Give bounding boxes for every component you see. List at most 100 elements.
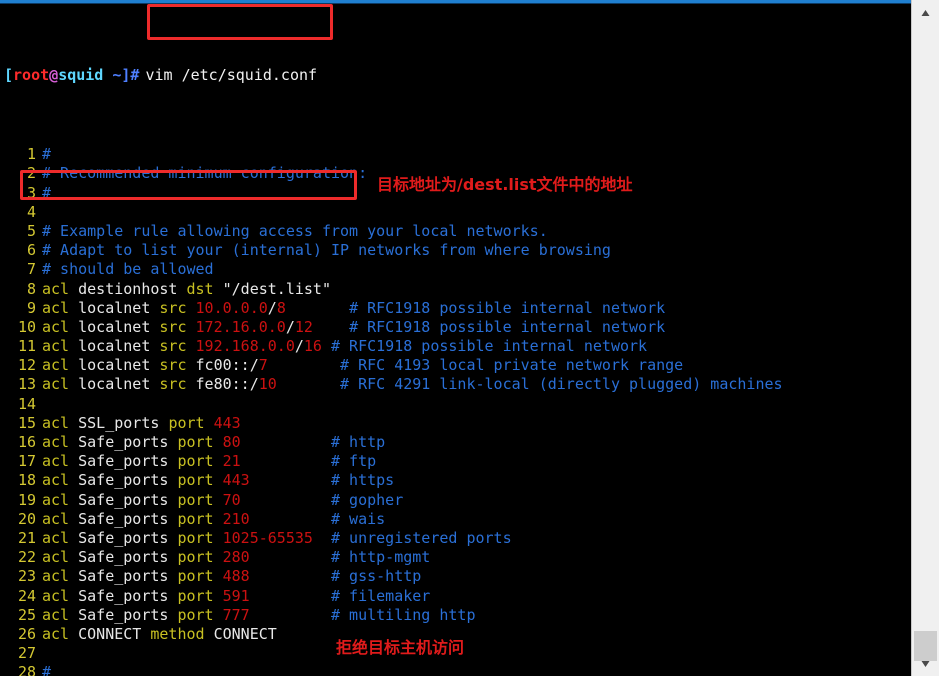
code-line[interactable]: 20 acl Safe_ports port 210 # wais [0,510,912,529]
code-line[interactable]: 18 acl Safe_ports port 443 # https [0,471,912,490]
code-line[interactable]: 9 acl localnet src 10.0.0.0/8 # RFC1918 p… [0,299,912,318]
code-token: fe80::/ [195,375,259,394]
line-number: 3 [26,183,36,202]
terminal-content[interactable]: [root@squid ~]# vim /etc/squid.conf 1 #2 # … [0,4,912,676]
code-token: # RFC1918 possible internal network [331,337,648,356]
code-token: Safe_ports [78,548,178,567]
prompt-username: root [13,65,50,84]
code-token: 192.168.0.0 [195,337,295,356]
code-token: 80 [222,433,241,452]
code-token: acl [42,490,79,509]
code-token: Safe_ports [78,528,178,547]
code-line[interactable]: 6 # Adapt to list your (internal) IP netw… [0,241,912,260]
line-number: 26 [17,624,36,643]
terminal-window: [root@squid ~]# vim /etc/squid.conf 1 #2 # … [0,0,939,676]
line-number: 18 [17,471,36,490]
code-line[interactable]: 4 [0,203,912,222]
line-number: 1 [26,145,36,164]
code-token: port [177,490,223,509]
line-number: 20 [17,509,36,528]
code-token: # unregistered ports [331,528,512,547]
line-number: 8 [26,279,36,298]
code-token: 16 [303,337,322,356]
code-token: acl [42,509,79,528]
line-number: 5 [26,221,36,240]
code-token: src [159,298,196,317]
code-token: port [168,413,214,432]
code-line[interactable]: 22 acl Safe_ports port 280 # http-mgmt [0,548,912,567]
line-number: 28 [17,663,36,676]
code-token: Safe_ports [78,586,178,605]
code-token: 1025-65535 [222,528,313,547]
code-token: # https [331,471,395,490]
annotation-note-line32: 拒绝目标主机访问 [336,638,465,657]
code-token: dst [186,279,223,298]
code-token: / [285,317,295,336]
code-token: Safe_ports [78,567,178,586]
code-token: # multiling http [331,605,476,624]
code-token: acl [42,317,79,336]
prompt-at-symbol: @ [49,65,59,84]
code-line[interactable]: 8 acl destionhost dst "/dest.list" [0,280,912,299]
code-token: 210 [222,509,250,528]
code-token: src [159,375,196,394]
code-line[interactable]: 12 acl localnet src fc00::/7 # RFC 4193 l… [0,356,912,375]
code-line[interactable]: 5 # Example rule allowing access from you… [0,222,912,241]
shell-command[interactable]: vim /etc/squid.conf [145,66,317,84]
code-line[interactable]: 24 acl Safe_ports port 591 # filemaker [0,587,912,606]
code-token: Safe_ports [78,471,178,490]
code-line[interactable]: 14 [0,395,912,414]
code-line[interactable]: 25 acl Safe_ports port 777 # multiling ht… [0,606,912,625]
line-number: 21 [17,528,36,547]
line-number: 24 [17,586,36,605]
annotation-note-line8: 目标地址为/dest.list文件中的地址 [377,175,633,194]
code-token: / [267,298,277,317]
vertical-scrollbar[interactable] [911,0,939,676]
code-line[interactable]: 1 # [0,145,912,164]
code-line[interactable]: 11 acl localnet src 192.168.0.0/16 # RFC1… [0,337,912,356]
code-token: port [177,586,223,605]
code-token: acl [42,586,79,605]
code-line[interactable]: 10 acl localnet src 172.16.0.0/12 # RFC19… [0,318,912,337]
code-token: acl [42,337,79,356]
code-token: 8 [276,298,286,317]
code-token: method [150,624,214,643]
code-line[interactable]: 15 acl SSL_ports port 443 [0,414,912,433]
code-line[interactable]: 13 acl localnet src fe80::/10 # RFC 4291 … [0,375,912,394]
code-token: # http [331,433,386,452]
line-number: 14 [17,394,36,413]
code-line[interactable]: 17 acl Safe_ports port 21 # ftp [0,452,912,471]
code-token: src [159,356,196,375]
code-token: acl [42,279,79,298]
line-number: 27 [17,644,36,663]
code-token: # [42,145,52,164]
code-line[interactable]: 7 # should be allowed [0,260,912,279]
code-token: 70 [222,490,241,509]
code-token: 488 [222,567,250,586]
scrollbar-track[interactable] [912,24,939,628]
code-line[interactable]: 23 acl Safe_ports port 488 # gss-http [0,567,912,586]
code-token: # gss-http [331,567,422,586]
code-token: # RFC 4291 link-local (directly plugged)… [340,375,783,394]
scroll-up-arrow-icon[interactable] [912,2,939,24]
code-line[interactable]: 16 acl Safe_ports port 80 # http [0,433,912,452]
code-token: Safe_ports [78,605,178,624]
code-line[interactable]: 21 acl Safe_ports port 1025-65535 # unreg… [0,529,912,548]
code-line[interactable]: 28 # [0,663,912,676]
code-token: Safe_ports [78,452,178,471]
vim-buffer[interactable]: 1 #2 # Recommended minimum configuration: 3… [0,145,912,676]
prompt-open-bracket: [ [4,65,14,84]
code-token: 10.0.0.0 [195,298,268,317]
scroll-down-arrow-icon[interactable] [912,652,939,674]
line-number: 2 [26,164,36,183]
prompt-path-suffix: ~]# [103,65,140,84]
line-number: 10 [17,317,36,336]
code-token: acl [42,375,79,394]
code-line[interactable]: 19 acl Safe_ports port 70 # gopher [0,491,912,510]
